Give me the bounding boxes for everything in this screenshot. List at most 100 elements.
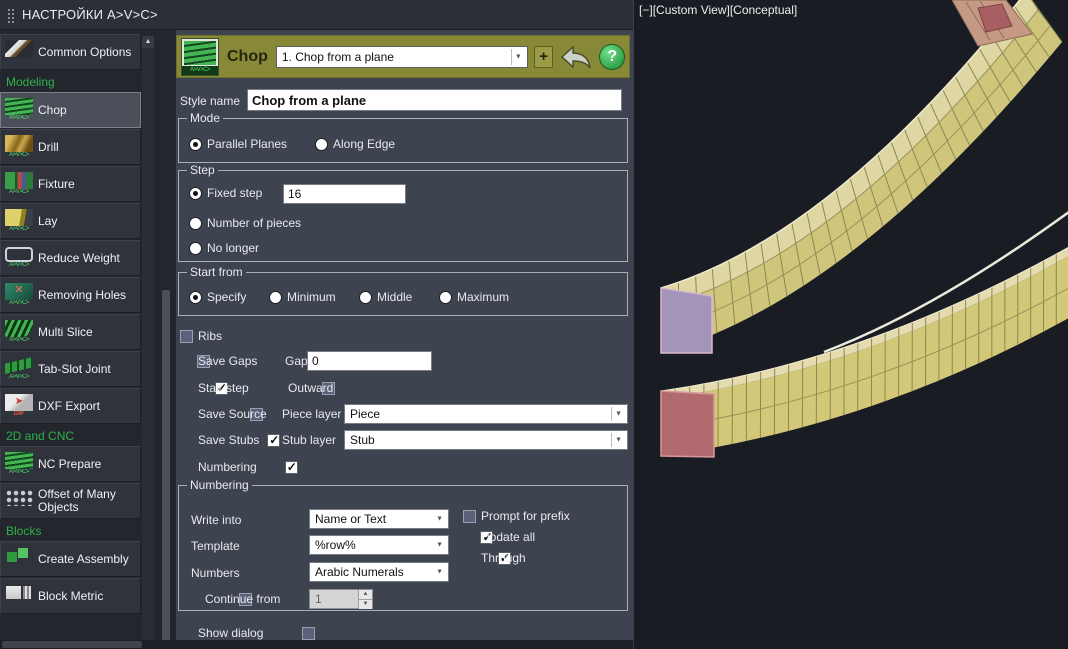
sidebar-scrollbar[interactable] [142,36,154,640]
gap-label: Gap [285,354,308,368]
along-edge-label: Along Edge [333,137,396,151]
fixed-step-label: Fixed step [207,186,263,200]
sidebar-item-nc-prepare[interactable]: A>V>C> NC Prepare [0,446,141,482]
mode-group: Mode Parallel Planes Along Edge [178,111,628,163]
middle-radio[interactable] [359,291,372,304]
spinner-arrows-icon[interactable]: ▲ ▼ [358,590,372,609]
undo-arrow-icon [561,44,592,69]
stair-step-label: Stair step [198,381,249,395]
numbers-select[interactable]: Arabic Numerals [309,562,449,582]
maximum-label: Maximum [457,290,510,304]
template-select[interactable]: %row% [309,535,449,555]
viewport-minimize-control[interactable]: [−] [639,3,653,17]
horizontal-scrollbar[interactable] [0,640,633,649]
show-dialog-label: Show dialog [198,626,264,640]
viewport-3d-scene[interactable] [634,0,1068,649]
write-into-select[interactable]: Name or Text [309,509,449,529]
viewport-3d[interactable]: [−][Custom View][Conceptual] [633,0,1068,649]
prompt-for-prefix-checkbox[interactable] [463,510,476,523]
parallel-planes-radio[interactable] [189,138,202,151]
sidebar-item-label: Chop [38,102,67,117]
style-preset-select[interactable]: 1. Chop from a plane [275,45,528,68]
sidebar-item-common-options[interactable]: Common Options [0,34,141,70]
write-into-label: Write into [191,513,242,527]
minimum-radio[interactable] [269,291,282,304]
sidebar-item-lay[interactable]: A>V>C> Lay [0,203,141,239]
block-metric-icon [3,584,35,608]
no-longer-radio[interactable] [189,242,202,255]
chop-settings-panel: A>V>C> Chop 1. Chop from a plane + ? Sty… [176,30,633,640]
sidebar-item-block-metric[interactable]: Block Metric [0,578,141,614]
update-all-label: Update all [481,530,536,544]
style-name-input[interactable] [247,89,622,111]
panel-scrollbar[interactable] [160,30,172,649]
palette-titlebar[interactable]: НАСТРОЙКИ A>V>C> [0,0,633,30]
viewport-view-control[interactable]: [Custom View] [653,3,730,17]
save-stubs-checkbox[interactable] [267,433,281,447]
sidebar-item-removing-holes[interactable]: A>V>C> Removing Holes [0,277,141,313]
middle-label: Middle [377,290,413,304]
numbering-checkbox[interactable] [284,460,298,474]
sidebar-item-create-assembly[interactable]: Create Assembly [0,541,141,577]
sidebar-item-label: NC Prepare [38,456,102,471]
red-end-cap [660,390,715,458]
stub-layer-select[interactable]: Stub [344,430,628,450]
sidebar-item-label: Fixture [38,176,75,191]
sidebar-item-dxf-export[interactable]: DXF DXF Export [0,388,141,424]
sidebar-item-label: Lay [38,213,58,228]
numbering-label: Numbering [198,460,257,474]
panel-scrollbar-thumb[interactable] [162,290,170,645]
scroll-up-arrow-icon[interactable] [142,36,154,48]
undo-button[interactable] [559,44,593,70]
numbering-group: Numbering Write into Name or Text Prompt… [178,478,628,611]
parallel-planes-label: Parallel Planes [207,137,288,151]
sidebar-item-multi-slice[interactable]: A>V>C> Multi Slice [0,314,141,350]
template-label: Template [191,539,240,553]
drag-grip-icon[interactable] [8,6,15,23]
no-longer-label: No longer [207,241,260,255]
common-options-icon [3,40,35,64]
save-gaps-label: Save Gaps [198,354,258,368]
sidebar-item-fixture[interactable]: A>V>C> Fixture [0,166,141,202]
sidebar-item-drill[interactable]: A>V>C> Drill [0,129,141,165]
chop-tool-icon: A>V>C> [181,37,219,76]
sidebar-item-chop[interactable]: A>V>C> Chop [0,92,141,128]
tool-header: A>V>C> Chop 1. Chop from a plane + ? [176,35,630,78]
sidebar-item-reduce-weight[interactable]: A>V>C> Reduce Weight [0,240,141,276]
sidebar-item-label: Removing Holes [38,287,127,302]
along-edge-radio[interactable] [315,138,328,151]
palette-title: НАСТРОЙКИ A>V>C> [22,7,158,22]
sidebar-item-label: Block Metric [38,588,104,603]
maximum-radio[interactable] [439,291,452,304]
gap-input[interactable] [307,351,432,371]
horizontal-scrollbar-thumb[interactable] [2,641,142,648]
tool-sidebar: Common Options Modeling A>V>C> Chop A>V>… [0,30,141,640]
tool-title: Chop [227,47,268,65]
sidebar-section-2d-and-cnc: 2D and CNC [0,425,141,446]
sidebar-item-offset-of-many-objects[interactable]: Offset of Many Objects [0,483,141,519]
number-of-pieces-radio[interactable] [189,217,202,230]
viewport-visualstyle-control[interactable]: [Conceptual] [730,3,797,17]
removing-holes-icon: A>V>C> [3,283,35,307]
reduce-weight-icon: A>V>C> [3,247,35,269]
chop-icon: A>V>C> [3,98,35,122]
fixed-step-radio[interactable] [189,187,202,200]
offset-objects-icon [3,489,35,513]
sidebar-item-label: Offset of Many Objects [38,487,116,514]
help-button[interactable]: ? [599,43,625,70]
fixed-step-input[interactable] [283,184,406,204]
number-of-pieces-label: Number of pieces [207,216,302,230]
drill-icon: A>V>C> [3,135,35,159]
create-assembly-icon [3,547,35,571]
sidebar-item-tab-slot-joint[interactable]: A>V>C> Tab-Slot Joint [0,351,141,387]
ribs-checkbox[interactable] [180,330,193,343]
add-style-button[interactable]: + [533,45,554,68]
continue-from-label: Continue from [205,592,281,606]
show-dialog-checkbox[interactable] [302,627,316,640]
nc-prepare-icon: A>V>C> [3,452,35,476]
specify-radio[interactable] [189,291,202,304]
piece-layer-select[interactable]: Piece [344,404,628,424]
sidebar-item-label: Tab-Slot Joint [38,361,111,376]
sidebar-item-label: DXF Export [38,398,101,413]
continue-from-spinner[interactable]: 1 ▲ ▼ [309,589,373,609]
